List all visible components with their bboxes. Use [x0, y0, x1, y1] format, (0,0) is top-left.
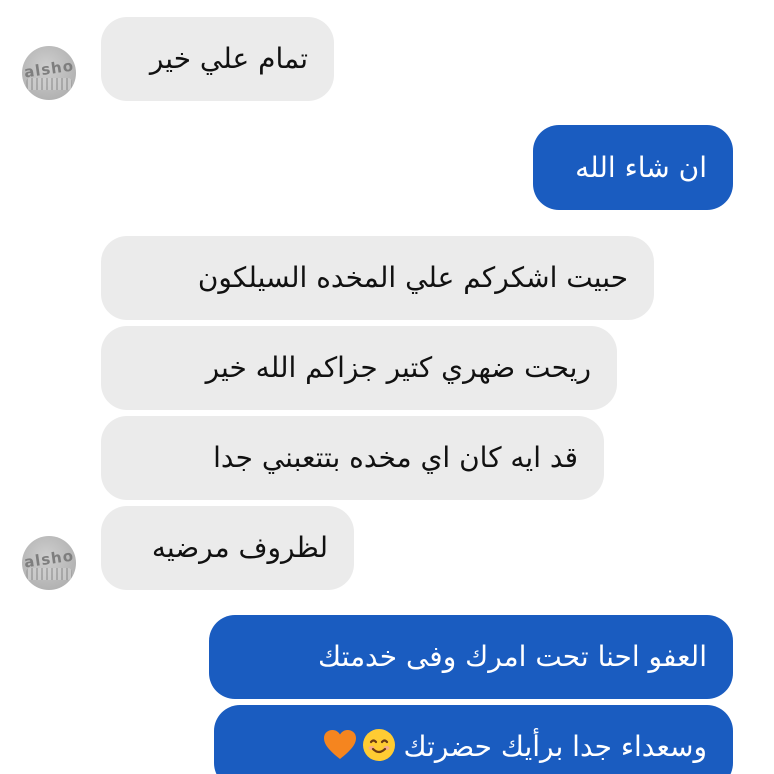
chat-thread: alsho تمام علي خير ان شاء الله حبيت اشكر…: [0, 0, 774, 774]
message-bubble-incoming[interactable]: حبيت اشكركم علي المخده السيلكون: [101, 236, 654, 320]
orange-heart-icon: [322, 728, 358, 767]
message-text: وسعداء جدا برأيك حضرتك: [403, 730, 707, 763]
smiling-face-icon: [362, 728, 396, 767]
message-text: تمام علي خير: [149, 42, 308, 75]
message-bubble-incoming[interactable]: لظروف مرضيه: [101, 506, 354, 590]
message-text: حبيت اشكركم علي المخده السيلكون: [197, 261, 628, 294]
message-bubble-outgoing[interactable]: العفو احنا تحت امرك وفى خدمتك: [209, 615, 733, 699]
avatar-texture: [26, 78, 72, 90]
message-bubble-incoming[interactable]: تمام علي خير: [101, 17, 334, 101]
message-bubble-incoming[interactable]: ريحت ضهري كتير جزاكم الله خير: [101, 326, 617, 410]
message-text: قد ايه كان اي مخده بتتعبني جدا: [213, 441, 578, 474]
avatar-texture: [26, 568, 72, 580]
message-text: ان شاء الله: [575, 150, 707, 184]
message-bubble-outgoing[interactable]: وسعداء جدا برأيك حضرتك: [214, 705, 733, 774]
message-text: العفو احنا تحت امرك وفى خدمتك: [318, 640, 707, 673]
message-text: ريحت ضهري كتير جزاكم الله خير: [205, 351, 591, 384]
contact-avatar[interactable]: alsho: [22, 46, 76, 100]
contact-avatar[interactable]: alsho: [22, 536, 76, 590]
message-bubble-outgoing[interactable]: ان شاء الله: [533, 125, 733, 210]
message-bubble-incoming[interactable]: قد ايه كان اي مخده بتتعبني جدا: [101, 416, 604, 500]
message-text: لظروف مرضيه: [151, 531, 328, 564]
